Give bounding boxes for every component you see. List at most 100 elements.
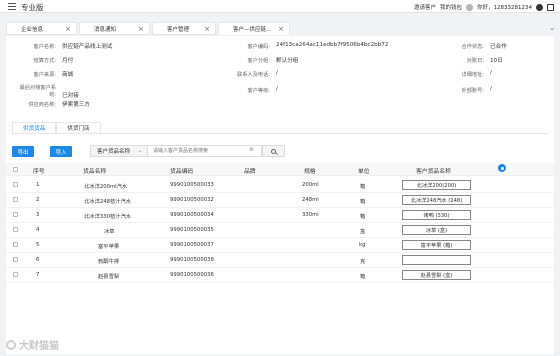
- top-bar-right: 邀请客户 我的钱包 你好，12833281234: [414, 3, 554, 11]
- cell-name: 北冰洋330桔汁汽水: [84, 214, 132, 220]
- close-icon[interactable]: ×: [138, 25, 144, 33]
- row-checkbox[interactable]: [13, 257, 18, 262]
- cell-seq: 5: [36, 242, 40, 248]
- table-row[interactable]: 2 北冰洋248桔汁汽水 9990100500032 248ml 箱 北冰洋24…: [6, 193, 554, 208]
- tab-label: 企业信息: [21, 26, 44, 33]
- cell-spec: 330ml: [302, 212, 319, 218]
- cell-unit: 箱: [360, 274, 366, 280]
- coop-status-label: 合作状态:: [461, 44, 485, 50]
- tab-customer-mgmt[interactable]: 客户管理 ×: [152, 22, 216, 35]
- customer-id-label: 客户编码:: [247, 44, 271, 50]
- search-field-value: 客户货品名称: [97, 149, 131, 155]
- cell-seq: 3: [36, 212, 40, 218]
- row-checkbox[interactable]: [13, 197, 18, 202]
- fullscreen-icon[interactable]: [547, 3, 554, 11]
- cell-code: 9990100500037: [170, 242, 214, 248]
- app-title: 专业版: [21, 3, 44, 12]
- table-row[interactable]: 7 赵县雪梨 9990100500036 箱 赵县雪梨 (盒): [6, 268, 554, 283]
- customer-group-label: 客户分组:: [247, 58, 271, 64]
- contact-label: 联系人及电话:: [237, 72, 270, 78]
- address-label: 详细地址:: [461, 72, 485, 78]
- row-checkbox[interactable]: [13, 242, 18, 247]
- search-button[interactable]: [262, 145, 285, 157]
- customer-goods-name-field[interactable]: 北冰洋248汽水 (248): [402, 195, 471, 205]
- search-input[interactable]: [148, 145, 262, 157]
- header-customer-goods-name: 客户货品名称: [416, 169, 451, 175]
- header-code: 货品编码: [170, 169, 194, 175]
- my-wallet-link[interactable]: 我的钱包: [440, 3, 462, 11]
- customer-goods-name-field[interactable]: 烤鸭 (330): [402, 210, 471, 220]
- clear-icon[interactable]: ⊗: [249, 146, 254, 153]
- divider: [12, 133, 548, 134]
- table-row[interactable]: 6 勃酮牛排 9990100500038 克: [6, 253, 554, 268]
- tab-label: 客户—供应链...: [233, 26, 272, 33]
- close-icon[interactable]: ×: [278, 25, 284, 33]
- watermark-text: 大财猫猫: [19, 341, 59, 352]
- customer-level-label: 客户等级:: [247, 88, 271, 94]
- table-row[interactable]: 5 富平苹果 9990100500037 kg 富平苹果 (箱): [6, 238, 554, 253]
- contact: /: [276, 70, 278, 76]
- chevron-down-icon: ⌄: [137, 148, 142, 154]
- customer-goods-name-field[interactable]: 北冰洋200(200): [402, 180, 471, 190]
- row-checkbox[interactable]: [13, 227, 18, 232]
- cell-unit: kg: [359, 242, 366, 248]
- cell-code: 9990100500032: [170, 197, 214, 203]
- customer-source: 商城: [62, 72, 74, 78]
- gear-icon[interactable]: [498, 164, 506, 172]
- table-row[interactable]: 3 北冰洋330桔汁汽水 9990100500034 330ml 箱 烤鸭 (3…: [6, 208, 554, 223]
- collapse-tabs-icon[interactable]: ⌄: [549, 24, 555, 32]
- row-checkbox[interactable]: [13, 182, 18, 187]
- cell-seq: 6: [36, 257, 40, 263]
- row-checkbox[interactable]: [13, 272, 18, 277]
- watermark-logo-icon: [6, 339, 16, 350]
- invite-customer-link[interactable]: 邀请客户: [414, 3, 436, 11]
- header-name: 货品名称: [83, 169, 107, 175]
- customer-goods-name-field[interactable]: [402, 255, 471, 265]
- customer-detail-panel: 客户名称: 供应链产品线上测试 客户编码: 24f13ca264ac11edbb…: [6, 36, 554, 354]
- customer-group: 默认分组: [276, 58, 299, 64]
- import-button[interactable]: 导入: [50, 146, 72, 157]
- user-greeting[interactable]: 你好，12833281234: [477, 3, 532, 11]
- customer-level: /: [276, 86, 278, 92]
- header-unit: 单位: [358, 169, 370, 175]
- tab-notifications[interactable]: 消息通知 ×: [79, 22, 150, 35]
- tab-enterprise-info[interactable]: 企业信息 ×: [6, 22, 77, 35]
- cell-name: 北冰洋200ml汽水: [84, 184, 128, 190]
- notification-icon[interactable]: [466, 3, 473, 11]
- avatar[interactable]: [536, 3, 543, 11]
- cell-code: 9990100500035: [170, 227, 214, 233]
- cell-code: 9990100500038: [170, 257, 214, 263]
- tab-label: 消息通知: [94, 26, 117, 33]
- customer-name-label: 客户名称:: [33, 44, 57, 50]
- search-field-select[interactable]: 客户货品名称 ⌄: [90, 145, 148, 157]
- customer-goods-name-field[interactable]: 冰草 (盒): [402, 225, 471, 235]
- cell-spec: 248ml: [302, 197, 319, 203]
- latest-system: 已对接: [62, 93, 79, 99]
- table-header: 序号 货品名称 货品编码 品牌 规格 单位 客户货品名称: [6, 163, 554, 176]
- customer-goods-name-field[interactable]: 赵县雪梨 (盒): [402, 270, 471, 280]
- customer-goods-name-field[interactable]: 富平苹果 (箱): [402, 240, 471, 250]
- top-bar: 专业版 邀请客户 我的钱包 你好，12833281234: [0, 0, 560, 13]
- tab-strip: 企业信息 × 消息通知 × 客户管理 × 客户—供应链... × ⌄: [0, 22, 560, 36]
- close-icon[interactable]: ×: [65, 25, 71, 33]
- cell-name: 冰草: [104, 229, 115, 235]
- menu-icon[interactable]: [8, 3, 16, 10]
- table-row[interactable]: 1 北冰洋200ml汽水 9990100500033 200ml 箱 北冰洋20…: [6, 178, 554, 193]
- watermark: 大财猫猫: [6, 337, 59, 352]
- cell-name: 赵县雪梨: [98, 274, 120, 280]
- tab-customer-supply-chain[interactable]: 客户—供应链... ×: [218, 22, 290, 35]
- export-button[interactable]: 导出: [12, 146, 34, 157]
- settle-method-label: 结算方式:: [33, 58, 57, 64]
- latest-system-label: 最后对接客户系: [19, 85, 56, 91]
- close-icon[interactable]: ×: [204, 25, 210, 33]
- cell-unit: 克: [360, 259, 366, 265]
- select-all-checkbox[interactable]: [13, 167, 18, 172]
- tab-label: 客户管理: [167, 26, 190, 33]
- table-row[interactable]: 4 冰草 9990100500035 盒 冰草 (盒): [6, 223, 554, 238]
- row-checkbox[interactable]: [13, 212, 18, 217]
- cell-name: 北冰洋248桔汁汽水: [84, 199, 132, 205]
- cell-code: 9990100500033: [170, 182, 214, 188]
- cell-name: 富平苹果: [98, 244, 120, 250]
- settle-day: 10日: [490, 58, 503, 64]
- cell-name: 勃酮牛排: [98, 259, 120, 265]
